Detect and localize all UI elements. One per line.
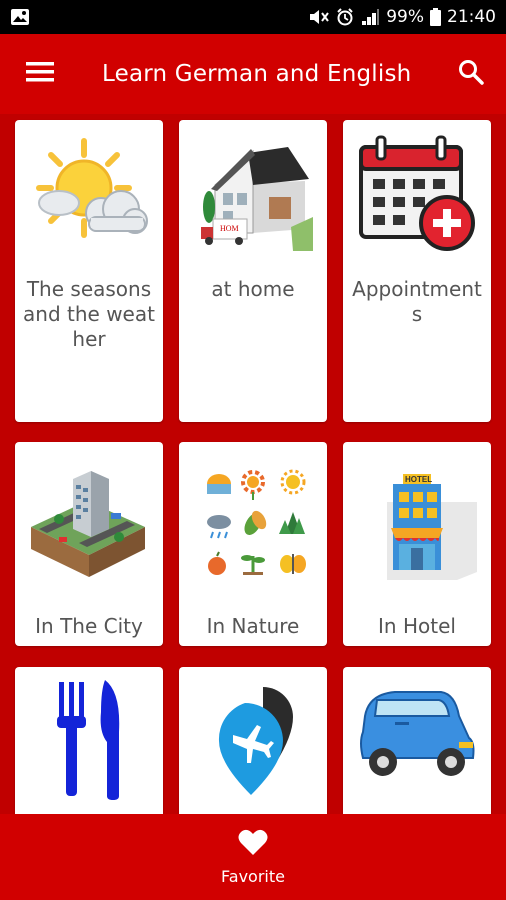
city-icon	[15, 442, 163, 602]
search-button[interactable]	[436, 34, 506, 114]
favorite-label: Favorite	[221, 866, 285, 886]
heart-icon	[238, 829, 268, 861]
bottom-bar: Favorite	[0, 814, 506, 900]
category-card-seasons[interactable]: The seasons and the weather	[15, 120, 163, 422]
signal-icon	[360, 8, 380, 26]
clock: 21:40	[447, 7, 496, 27]
category-card-airport[interactable]	[179, 667, 327, 814]
category-grid: The seasons and the weather HOM at home	[0, 114, 506, 814]
app-title: Learn German and English	[102, 61, 412, 87]
category-card-in-nature[interactable]: In Nature	[179, 442, 327, 646]
calendar-icon	[343, 120, 491, 265]
category-label: In The City	[35, 614, 143, 638]
category-label: The seasons and the weather	[23, 277, 155, 351]
battery-percent: 99%	[386, 7, 424, 27]
svg-text:HOTEL: HOTEL	[405, 475, 432, 484]
svg-text:HOM: HOM	[220, 224, 239, 233]
gallery-notification-icon	[10, 8, 30, 26]
fork-knife-icon	[15, 667, 163, 807]
hamburger-menu-icon	[26, 61, 54, 88]
alarm-icon	[336, 8, 354, 26]
mute-icon	[308, 8, 330, 26]
car-icon	[343, 667, 491, 807]
weather-icon	[15, 120, 163, 265]
search-icon	[458, 59, 484, 90]
category-label: In Nature	[206, 614, 300, 638]
menu-button[interactable]	[0, 34, 80, 114]
category-card-at-home[interactable]: HOM at home	[179, 120, 327, 422]
category-label: Appointments	[352, 277, 482, 326]
app-bar: Learn German and English	[0, 34, 506, 114]
favorite-button[interactable]: Favorite	[221, 829, 285, 886]
category-card-in-hotel[interactable]: HOTEL In Hotel	[343, 442, 491, 646]
category-card-in-the-city[interactable]: In The City	[15, 442, 163, 646]
status-bar: 99% 21:40	[0, 0, 506, 34]
hotel-icon: HOTEL	[343, 442, 491, 602]
category-label: In Hotel	[378, 614, 456, 638]
category-label: at home	[211, 277, 295, 301]
category-card-car[interactable]	[343, 667, 491, 814]
category-card-appointments[interactable]: Appointments	[343, 120, 491, 422]
category-card-restaurant[interactable]	[15, 667, 163, 814]
nature-icon	[179, 442, 327, 602]
house-icon: HOM	[179, 120, 327, 265]
airport-pin-icon	[179, 667, 327, 807]
battery-icon	[430, 8, 441, 26]
